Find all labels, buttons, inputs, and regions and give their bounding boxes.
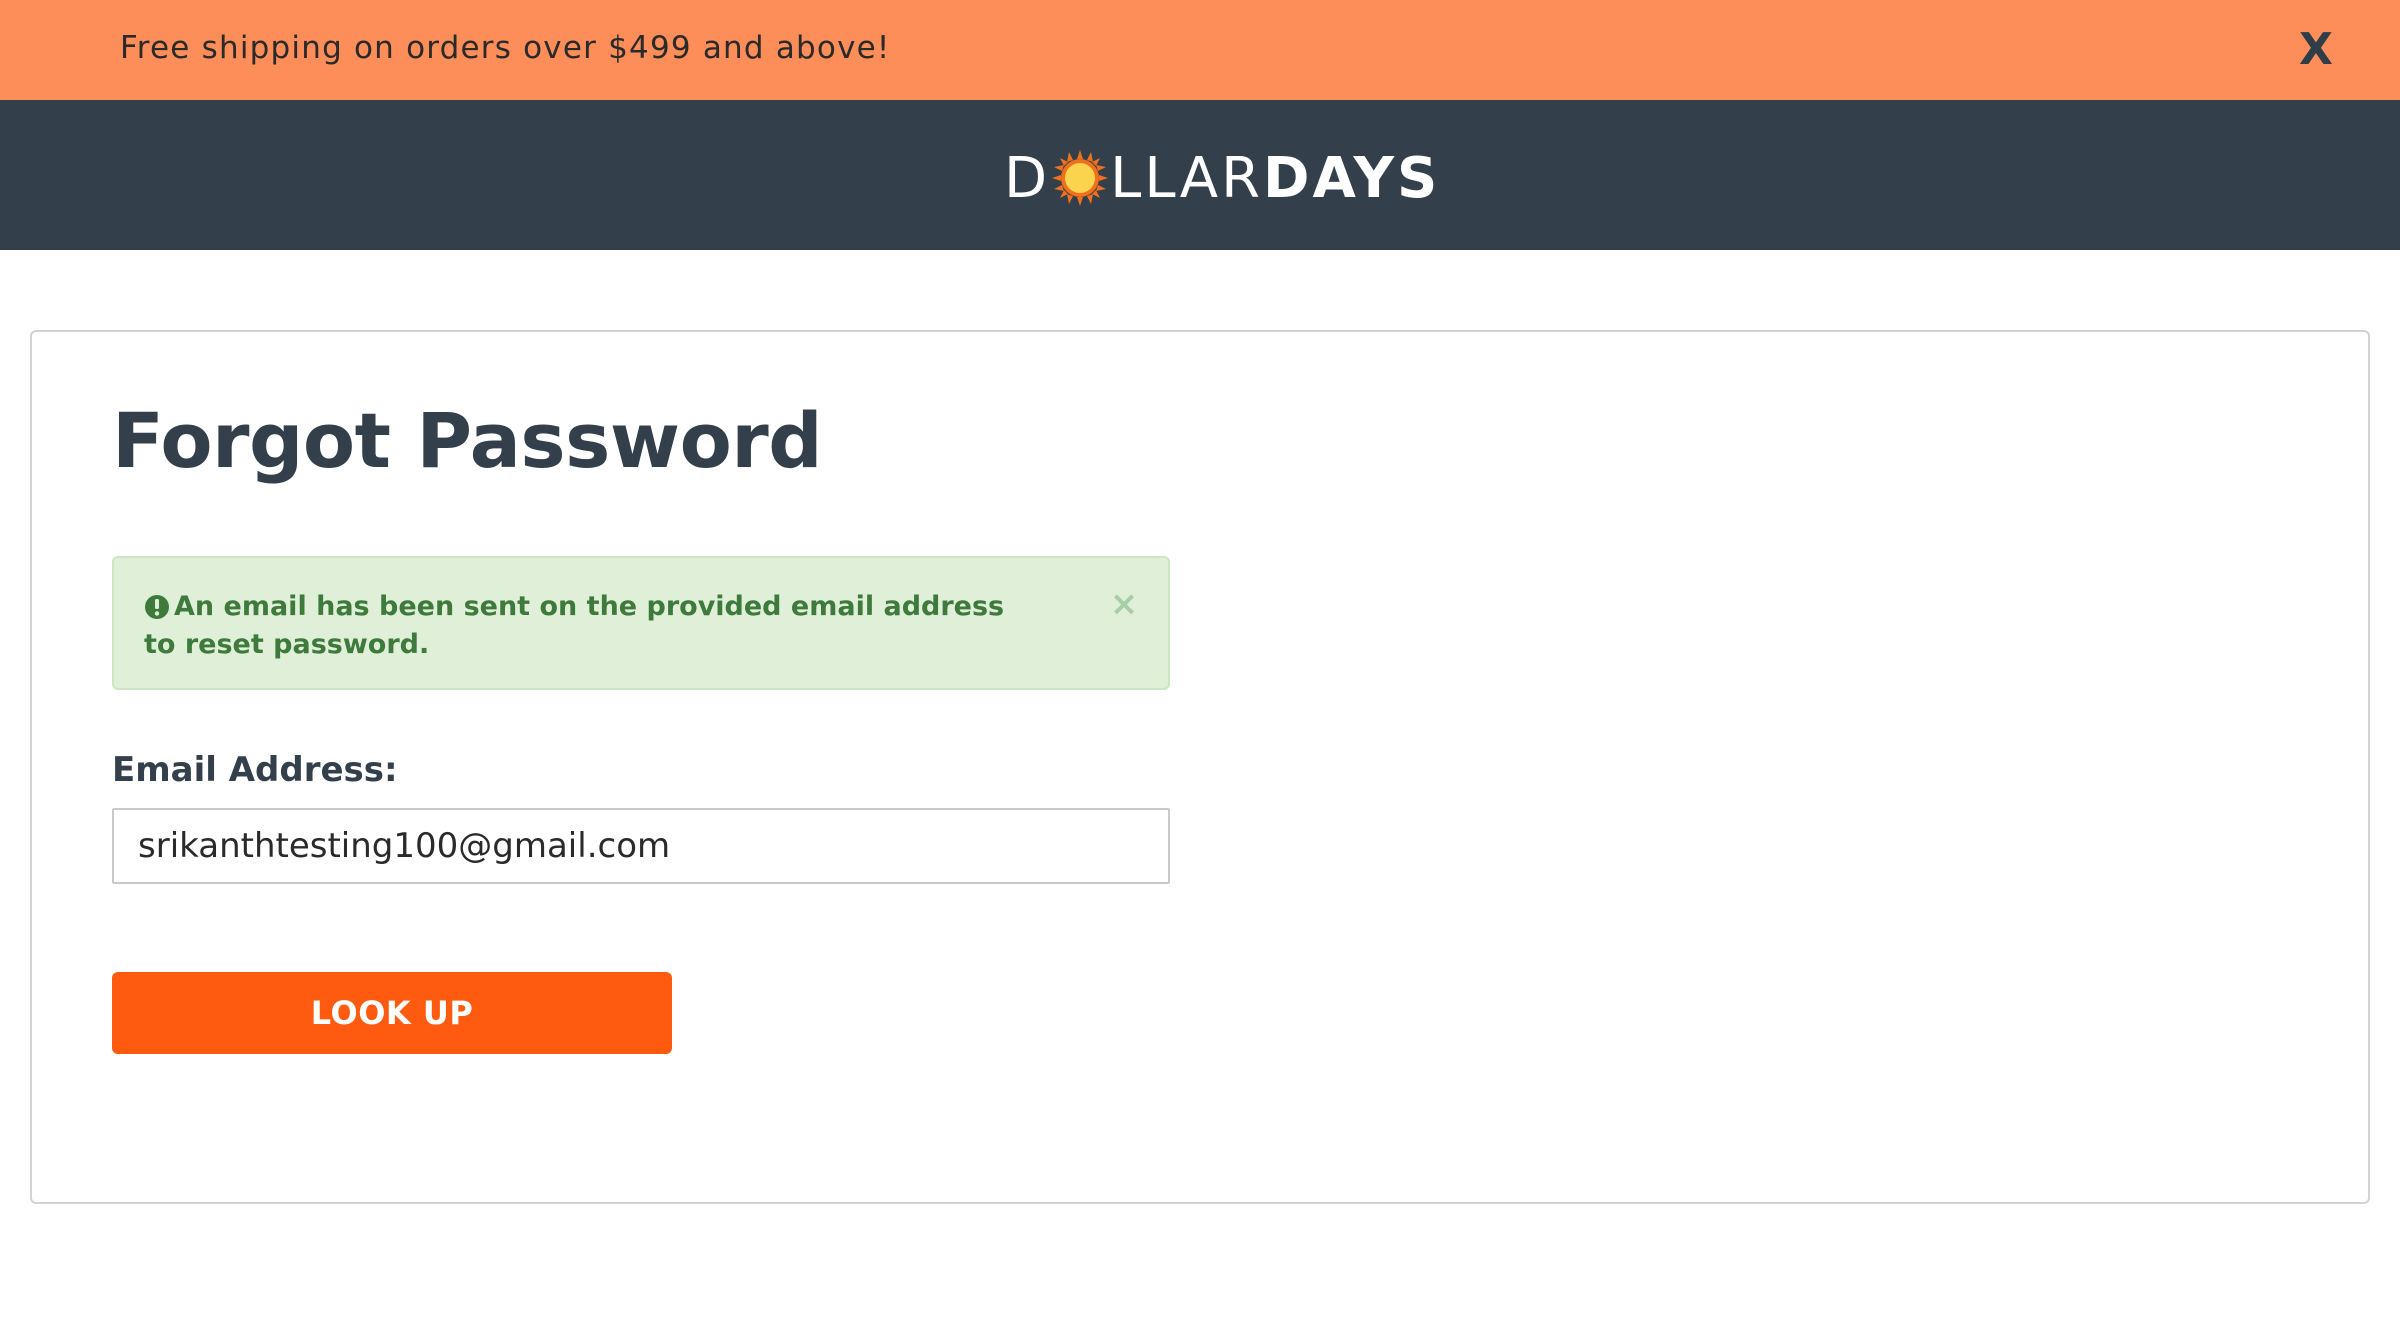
promo-text: Free shipping on orders over $499 and ab… (120, 30, 891, 66)
email-input[interactable] (112, 808, 1170, 884)
promo-close-button[interactable]: X (2288, 22, 2344, 78)
email-label: Email Address: (112, 750, 398, 790)
logo-text-llar: LLAR (1110, 145, 1264, 211)
promo-banner: Free shipping on orders over $499 and ab… (0, 0, 2400, 100)
look-up-button[interactable]: LOOK UP (112, 972, 672, 1054)
alert-close-button[interactable]: × (1106, 586, 1142, 622)
sun-icon (1052, 150, 1109, 206)
alert-message: An email has been sent on the provided e… (144, 591, 1005, 660)
dollardays-logo[interactable]: D LLAR DAYS (1004, 145, 1441, 211)
forgot-password-card: Forgot Password An email has been sent o… (30, 330, 2370, 1204)
page-title: Forgot Password (112, 396, 823, 485)
logo-text-days: DAYS (1263, 145, 1441, 211)
success-alert: An email has been sent on the provided e… (112, 556, 1170, 690)
logo-text-d: D (1004, 145, 1051, 211)
site-header: D LLAR DAYS (0, 100, 2400, 250)
